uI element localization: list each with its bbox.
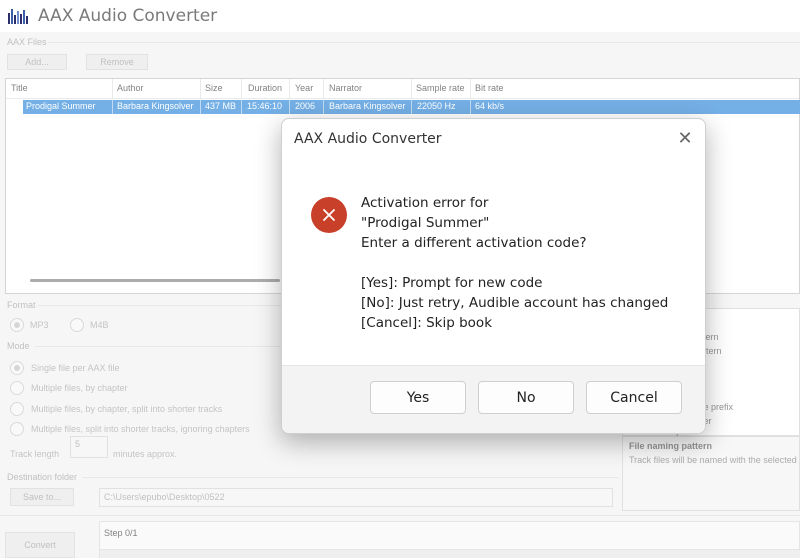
dialog-message-line: "Prodigal Summer" [361, 215, 490, 231]
app-title: AAX Audio Converter [38, 6, 218, 26]
no-button[interactable]: No [478, 381, 574, 414]
dialog-message-line: Enter a different activation code? [361, 235, 587, 251]
dialog-title: AAX Audio Converter [294, 131, 442, 147]
cancel-button[interactable]: Cancel [586, 381, 682, 414]
error-x-icon [311, 197, 347, 233]
audio-bars-icon [8, 9, 28, 24]
dialog-message-line: [No]: Just retry, Audible account has ch… [361, 295, 669, 311]
yes-button[interactable]: Yes [370, 381, 466, 414]
activation-error-dialog: AAX Audio Converter ✕ Activation error f… [281, 118, 706, 434]
dialog-message-line: Activation error for [361, 195, 489, 211]
window-titlebar: AAX Audio Converter [0, 0, 800, 32]
dialog-message-line: [Cancel]: Skip book [361, 315, 493, 331]
error-x-glyph [323, 209, 335, 221]
close-icon[interactable]: ✕ [674, 127, 696, 149]
dialog-message-line: [Yes]: Prompt for new code [361, 275, 543, 291]
